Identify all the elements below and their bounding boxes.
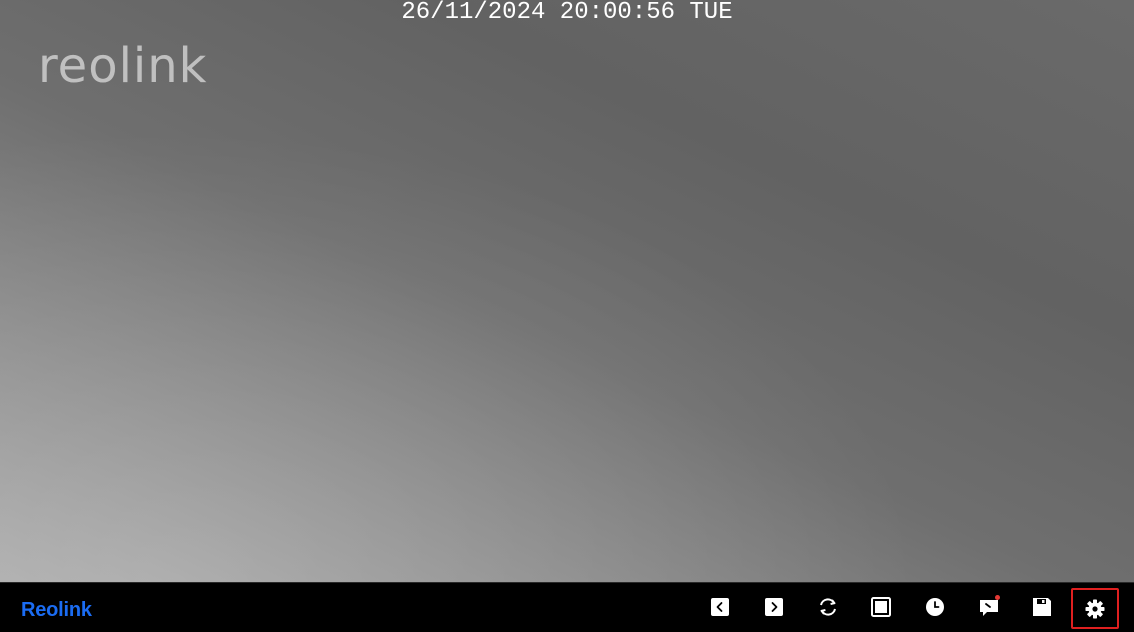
notifications-button[interactable] xyxy=(976,594,1002,620)
fullscreen-icon xyxy=(871,597,891,617)
save-button[interactable] xyxy=(1029,594,1055,620)
bottom-toolbar: Reolink xyxy=(0,582,1134,632)
refresh-icon xyxy=(820,598,836,616)
osd-timestamp: 26/11/2024 20:00:56 TUE xyxy=(401,0,733,26)
playback-clock-button[interactable] xyxy=(922,594,948,620)
osd-watermark-logo: reolink xyxy=(38,38,208,94)
previous-button[interactable] xyxy=(707,594,733,620)
refresh-button[interactable] xyxy=(815,594,841,620)
next-button[interactable] xyxy=(761,594,787,620)
gear-icon xyxy=(1085,599,1105,618)
camera-video-feed: 26/11/2024 20:00:56 TUE reolink xyxy=(0,0,1134,582)
save-icon xyxy=(1033,598,1051,616)
settings-button[interactable] xyxy=(1071,588,1119,629)
brand-logo: Reolink xyxy=(21,599,92,621)
prev-icon xyxy=(711,598,729,616)
clock-icon xyxy=(926,598,944,616)
notification-badge xyxy=(995,595,1000,600)
next-icon xyxy=(765,598,783,616)
fullscreen-button[interactable] xyxy=(868,594,894,620)
